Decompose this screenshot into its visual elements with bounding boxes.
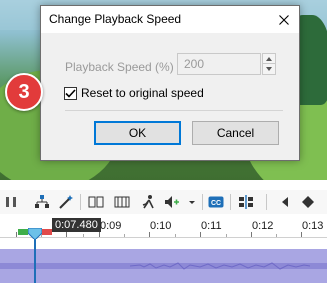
reset-speed-label[interactable]: Reset to original speed <box>81 86 204 100</box>
spin-down-button[interactable] <box>262 64 276 75</box>
toolbar-separator <box>202 194 203 210</box>
ruler-tick-label: 0:09 <box>100 220 122 232</box>
ruler-tick <box>276 234 277 237</box>
in-point-marker[interactable] <box>18 229 28 235</box>
split-icon <box>6 197 16 207</box>
ruler-tick <box>301 232 302 237</box>
ruler-tick <box>124 234 125 237</box>
columns-icon <box>88 196 104 208</box>
playback-speed-input[interactable]: 200 <box>177 53 261 75</box>
track-layout-button[interactable] <box>238 194 254 210</box>
close-icon <box>279 14 289 25</box>
ruler-tick-label: 0:10 <box>150 220 172 232</box>
ruler-tick <box>99 232 100 237</box>
running-figure-icon <box>142 195 154 209</box>
current-time-readout: 0:07.480 <box>52 218 101 232</box>
ruler-tick <box>66 232 67 237</box>
ok-button[interactable]: OK <box>94 121 181 145</box>
playback-speed-label: Playback Speed (%) <box>65 60 174 74</box>
cancel-button[interactable]: Cancel <box>192 121 279 145</box>
hierarchy-icon <box>35 195 49 208</box>
arrow-left-icon <box>282 197 288 207</box>
track-layout-icon <box>239 195 253 209</box>
hierarchy-tool-button[interactable] <box>34 194 50 210</box>
audio-add-button[interactable] <box>164 194 180 210</box>
add-marker-button[interactable] <box>300 194 316 210</box>
checkmark-icon <box>65 88 76 98</box>
close-button[interactable] <box>269 6 299 33</box>
track-gap <box>0 239 327 249</box>
reset-speed-option[interactable]: Reset to original speed <box>64 84 204 102</box>
audio-track[interactable] <box>0 249 327 283</box>
toolbar-separator <box>266 194 267 210</box>
arrow-down-icon <box>266 67 272 71</box>
split-view-button[interactable] <box>88 194 104 210</box>
timeline-empty-area <box>0 283 327 299</box>
ruler-tick-label: 0:12 <box>252 220 274 232</box>
svg-text:CC: CC <box>211 200 221 207</box>
diamond-icon <box>302 196 314 208</box>
cc-icon: CC <box>208 196 224 208</box>
magic-wand-icon <box>59 195 73 209</box>
split-tool-button[interactable] <box>4 194 20 210</box>
ruler-tick <box>175 234 176 237</box>
speaker-plus-icon <box>165 196 179 208</box>
ruler-tick <box>251 232 252 237</box>
chevron-down-icon <box>189 201 195 204</box>
toolbar-separator <box>80 194 81 210</box>
spin-up-button[interactable] <box>262 53 276 64</box>
audio-waveform <box>130 262 310 270</box>
motion-tool-button[interactable] <box>140 194 156 210</box>
timeline-toolbar: CC <box>0 190 327 214</box>
previous-marker-button[interactable] <box>278 194 294 210</box>
out-point-marker[interactable] <box>42 229 52 235</box>
filmstrip-button[interactable] <box>114 194 130 210</box>
change-playback-speed-dialog: Change Playback Speed Playback Speed (%)… <box>40 5 300 161</box>
ruler-tick <box>16 232 17 237</box>
captions-button[interactable]: CC <box>208 194 224 210</box>
ruler-tick <box>226 234 227 237</box>
ruler-tick <box>149 232 150 237</box>
ruler-tick-label: 0:11 <box>201 220 222 232</box>
dialog-divider <box>65 110 283 111</box>
toolbar-separator <box>230 194 231 210</box>
audio-dropdown-button[interactable] <box>184 194 200 210</box>
magic-wand-button[interactable] <box>58 194 74 210</box>
playback-speed-spinner[interactable] <box>262 53 276 75</box>
reset-speed-checkbox[interactable] <box>64 86 77 100</box>
ruler-tick <box>83 234 84 237</box>
dialog-title: Change Playback Speed <box>49 12 182 26</box>
ruler-tick <box>200 232 201 237</box>
arrow-up-icon <box>266 56 272 61</box>
filmstrip-icon <box>114 196 130 208</box>
dialog-titlebar: Change Playback Speed <box>41 6 299 33</box>
ruler-tick-label: 0:13 <box>302 220 324 232</box>
step-number-badge: 3 <box>5 73 43 111</box>
